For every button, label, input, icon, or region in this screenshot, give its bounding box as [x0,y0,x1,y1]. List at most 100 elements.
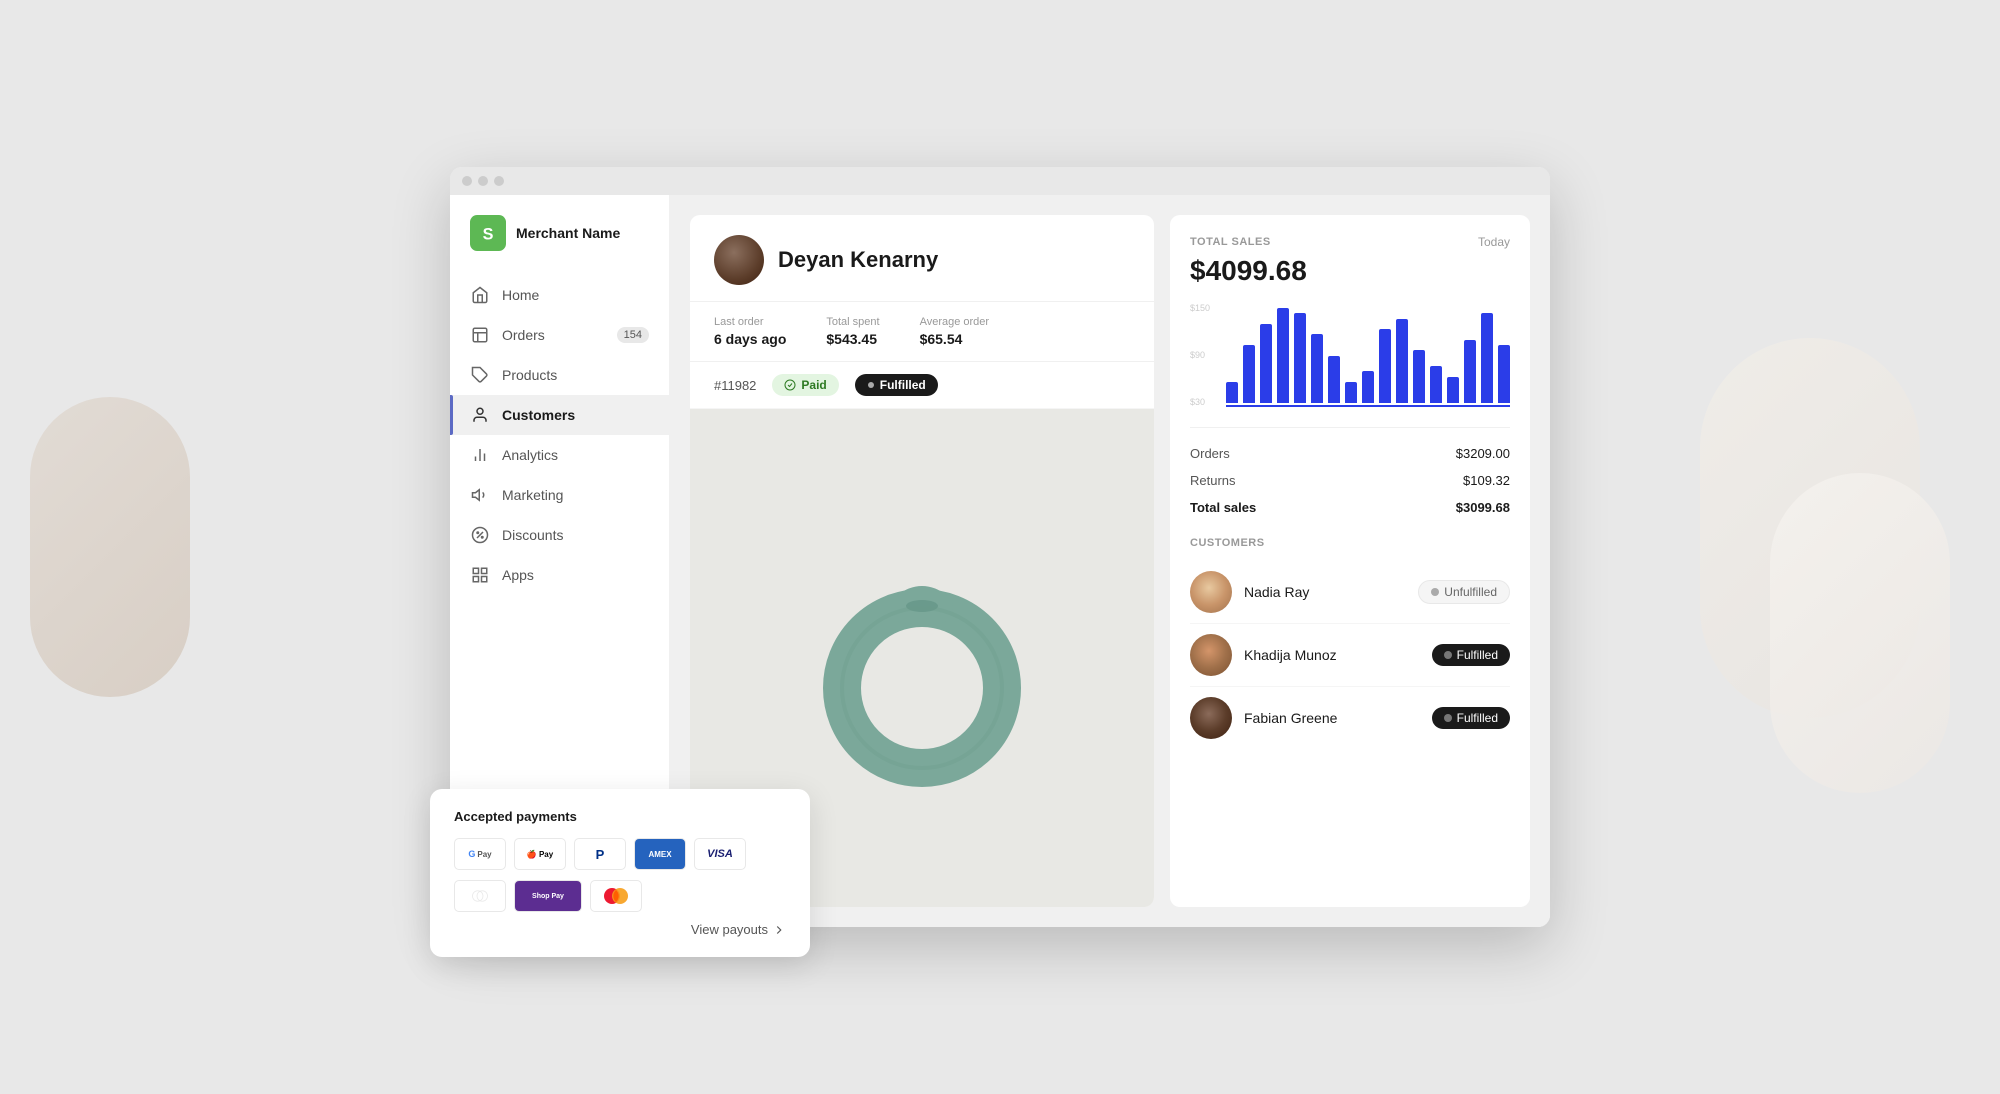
analytics-card: TOTAL SALES Today $4099.68 $150 $90 $30 [1170,215,1530,907]
diners-logo [470,887,490,905]
customer-row-fabian: Fabian Greene Fulfilled [1190,687,1510,749]
stat-average-order-label: Average order [920,316,990,328]
fabian-avatar [1190,697,1232,739]
customer-stats: Last order 6 days ago Total spent $543.4… [690,302,1154,362]
payment-widget: Accepted payments GPay 🍎 Pay P AMEX VISA [430,789,810,957]
chart-bar-14 [1464,340,1476,403]
payment-icon-amex: AMEX [634,838,686,870]
khadija-avatar-image [1190,634,1232,676]
orders-badge: 154 [617,327,649,343]
analytics-period: Today [1478,235,1510,249]
fulfilled-dot-fabian [1444,714,1452,722]
sidebar-item-orders[interactable]: Orders 154 [450,315,669,355]
order-row: #11982 Paid Fulfilled [690,362,1154,409]
chart-bar-11 [1413,350,1425,403]
total-sales-value: $3099.68 [1456,500,1510,515]
payment-icons-row-2: Shop Pay [454,880,786,912]
avatar-image-deyan [714,235,764,285]
khadija-name: Khadija Munoz [1244,647,1420,663]
sidebar-label-discounts: Discounts [502,527,563,543]
products-icon [470,365,490,385]
payment-icons-row-1: GPay 🍎 Pay P AMEX VISA [454,838,786,870]
view-payouts-link[interactable]: View payouts [454,922,786,937]
sidebar-item-apps[interactable]: Apps [450,555,669,595]
payment-icon-diners [454,880,506,912]
stat-last-order-value: 6 days ago [714,331,786,347]
apps-icon [470,565,490,585]
stat-total-spent-label: Total spent [826,316,879,328]
fabian-avatar-image [1190,697,1232,739]
browser-dot-green [494,176,504,186]
stat-total-spent-value: $543.45 [826,331,879,347]
nadia-avatar [1190,571,1232,613]
chart-bar-7 [1345,382,1357,403]
stat-average-order-value: $65.54 [920,331,990,347]
badge-fulfilled-khadija: Fulfilled [1432,644,1510,666]
paid-check-icon [784,379,796,391]
chart-bar-8 [1362,371,1374,403]
sidebar-item-home[interactable]: Home [450,275,669,315]
payment-icon-visa: VISA [694,838,746,870]
sidebar-item-customers[interactable]: Customers [450,395,669,435]
analytics-title: TOTAL SALES [1190,236,1271,248]
chart-bar-10 [1396,319,1408,403]
y-label-30: $30 [1190,397,1222,407]
chart-bar-12 [1430,366,1442,403]
customer-row-khadija: Khadija Munoz Fulfilled [1190,624,1510,687]
orders-value: $3209.00 [1456,446,1510,461]
analytics-header: TOTAL SALES Today [1190,235,1510,249]
analytics-total: $4099.68 [1190,255,1510,287]
sidebar-item-analytics[interactable]: Analytics [450,435,669,475]
sidebar-label-apps: Apps [502,567,534,583]
sidebar-label-customers: Customers [502,407,575,423]
browser-window: S Merchant Name Home [450,167,1550,927]
home-icon [470,285,490,305]
sidebar-brand[interactable]: S Merchant Name [450,215,669,275]
sales-row-orders: Orders $3209.00 [1190,440,1510,467]
analytics-icon [470,445,490,465]
chart-bar-9 [1379,329,1391,403]
customer-name: Deyan Kenarny [778,247,938,273]
sales-row-total: Total sales $3099.68 [1190,494,1510,521]
sidebar-label-analytics: Analytics [502,447,558,463]
chart-bar-0 [1226,382,1238,403]
browser-dot-yellow [478,176,488,186]
brand-name: Merchant Name [516,225,620,241]
stat-total-spent: Total spent $543.45 [826,316,879,347]
sales-row-returns: Returns $109.32 [1190,467,1510,494]
chart-bar-16 [1498,345,1510,403]
sidebar-item-discounts[interactable]: Discounts [450,515,669,555]
nadia-status: Unfulfilled [1444,585,1497,599]
unfulfilled-dot [1431,588,1439,596]
chart-baseline [1226,405,1510,407]
chart-bar-5 [1311,334,1323,403]
fulfilled-dot-icon [867,381,875,389]
customer-header: Deyan Kenarny [690,215,1154,302]
svg-text:S: S [483,225,494,243]
badge-fulfilled-fabian: Fulfilled [1432,707,1510,729]
customers-section-title: CUSTOMERS [1190,537,1510,549]
order-id: #11982 [714,378,756,393]
badge-unfulfilled-nadia: Unfulfilled [1418,580,1510,604]
payment-icon-mastercard [590,880,642,912]
chevron-right-icon [772,923,786,937]
chart-bar-15 [1481,313,1493,403]
product-vase-image [822,528,1022,788]
view-payouts-label: View payouts [691,922,768,937]
stat-average-order: Average order $65.54 [920,316,990,347]
payment-icon-paypal: P [574,838,626,870]
fulfilled-dot-khadija [1444,651,1452,659]
khadija-status: Fulfilled [1457,648,1498,662]
fabian-name: Fabian Greene [1244,710,1420,726]
marketing-icon [470,485,490,505]
sidebar-item-products[interactable]: Products [450,355,669,395]
badge-fulfilled-label: Fulfilled [880,378,926,392]
badge-fulfilled-header: Fulfilled [855,374,938,396]
sales-breakdown: Orders $3209.00 Returns $109.32 Total sa… [1190,427,1510,521]
browser-dot-red [462,176,472,186]
chart-bar-1 [1243,345,1255,403]
orders-label: Orders [1190,446,1230,461]
sidebar-item-marketing[interactable]: Marketing [450,475,669,515]
y-label-150: $150 [1190,303,1222,313]
returns-label: Returns [1190,473,1236,488]
